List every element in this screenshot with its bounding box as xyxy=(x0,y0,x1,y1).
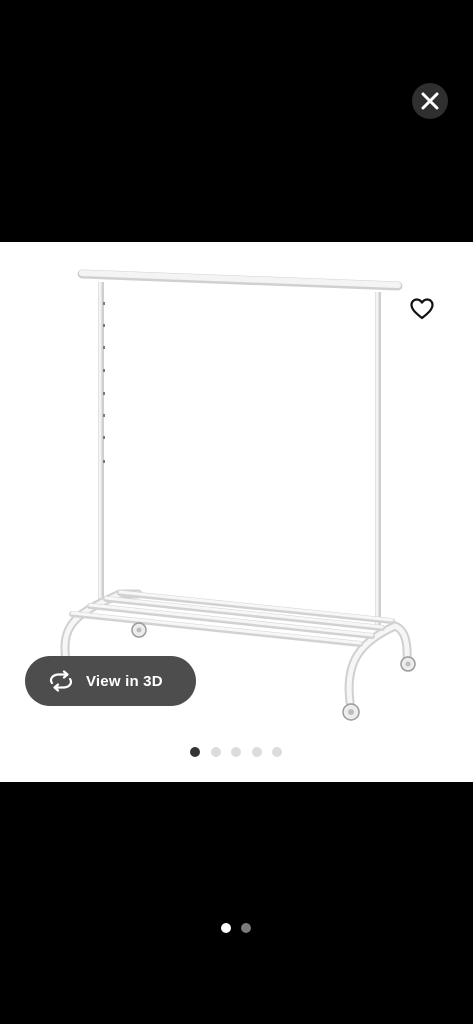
carousel-dot[interactable] xyxy=(190,747,200,757)
carousel-dot[interactable] xyxy=(231,747,241,757)
close-icon xyxy=(421,92,439,110)
view-in-3d-button[interactable]: View in 3D xyxy=(25,656,196,706)
page-dot[interactable] xyxy=(241,923,251,933)
rotate-3d-icon xyxy=(47,670,75,692)
carousel-dot[interactable] xyxy=(272,747,282,757)
heart-outline-icon xyxy=(410,297,434,325)
image-viewer-screen: View in 3D xyxy=(0,0,473,1024)
product-image-panel[interactable]: View in 3D xyxy=(0,242,473,782)
close-button[interactable] xyxy=(412,83,448,119)
page-dot[interactable] xyxy=(221,923,231,933)
view-in-3d-label: View in 3D xyxy=(86,672,163,690)
page-indicator xyxy=(221,923,261,933)
carousel-dot[interactable] xyxy=(251,747,262,757)
favorite-button[interactable] xyxy=(408,297,436,325)
image-carousel-indicator xyxy=(190,746,293,758)
carousel-dot[interactable] xyxy=(210,747,221,757)
